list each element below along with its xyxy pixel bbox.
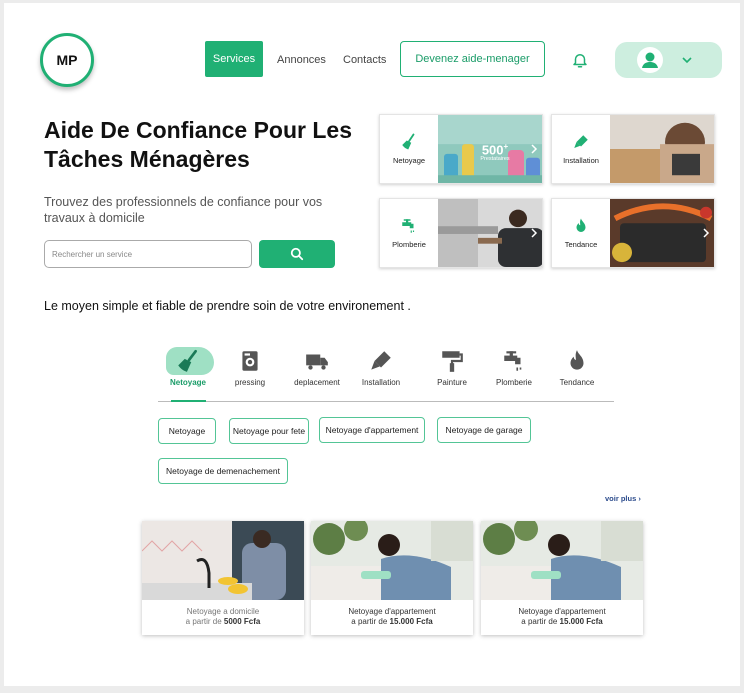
product-card[interactable]: Netoyage a domicile a partir de 5000 Fcf… (142, 521, 304, 635)
faucet-icon (402, 219, 415, 233)
faucet-icon (504, 351, 522, 371)
category-card-installation[interactable]: Installation (551, 114, 715, 184)
tab-label: Plomberie (495, 378, 532, 387)
chevron-right-icon (703, 228, 710, 238)
chevron-down-icon (682, 57, 692, 64)
installation-image (610, 115, 714, 183)
category-card-plomberie[interactable]: Plomberie (379, 198, 543, 268)
category-card-tendance[interactable]: Tendance (551, 198, 715, 268)
tab-label: pressing (234, 378, 266, 387)
tagline: Le moyen simple et fiable de prendre soi… (44, 299, 411, 313)
fire-icon (570, 350, 584, 370)
broom-icon (178, 349, 197, 372)
product-price: 15.000 Fcfa (559, 617, 603, 626)
nav-annonces-link[interactable]: Annonces (277, 54, 326, 66)
promo-text: Prestataires (480, 156, 510, 163)
become-helper-button[interactable]: Devenez aide-menager (400, 41, 545, 77)
glue-icon (574, 135, 588, 148)
chip-netoyage[interactable]: Netoyage (158, 418, 216, 444)
trend-image (610, 199, 714, 267)
active-tab-underline (171, 400, 206, 402)
glue-icon (371, 351, 391, 370)
product-price-prefix: a partir de (185, 617, 224, 626)
logo[interactable]: MP (40, 33, 94, 87)
chevron-right-icon (531, 144, 538, 154)
dishwashing-image (142, 521, 304, 600)
logo-text: MP (56, 52, 78, 68)
tab-pressing[interactable]: pressing (214, 348, 286, 387)
user-icon (642, 52, 658, 68)
chip-netoyage-appartement[interactable]: Netoyage d'appartement (319, 417, 425, 443)
washing-machine-icon (242, 351, 258, 371)
category-label: Plomberie (392, 240, 426, 249)
promo-sup: + (503, 142, 509, 151)
nav-services-button[interactable]: Services (205, 41, 263, 77)
broom-icon (402, 133, 415, 150)
hero-title: Aide De Confiance Pour Les Tâches Ménagè… (44, 117, 353, 172)
category-label: Tendance (564, 240, 598, 249)
search-button[interactable] (259, 240, 335, 268)
promo-number: 500 (481, 142, 504, 158)
tabs-divider (158, 401, 614, 402)
chip-netoyage-garage[interactable]: Netoyage de garage (437, 417, 531, 443)
product-price-prefix: a partir de (351, 617, 390, 626)
product-title: Netoyage d'appartement (518, 607, 606, 616)
chip-netoyage-demenachement[interactable]: Netoyage de demenachement (158, 458, 288, 484)
product-title: Netoyage d'appartement (348, 607, 436, 616)
plumber-image (438, 199, 542, 267)
tab-tendance[interactable]: Tendance (541, 348, 613, 387)
apartment-cleaning-image (311, 521, 473, 600)
paint-roller-icon (442, 351, 463, 372)
user-menu[interactable] (615, 42, 722, 78)
apartment-cleaning-image (481, 521, 643, 600)
chip-netoyage-pour-fete[interactable]: Netoyage pour fete (229, 418, 309, 444)
product-card[interactable]: Netoyage d'appartement a partir de 15.00… (311, 521, 473, 635)
truck-icon (306, 354, 328, 370)
product-price: 15.000 Fcfa (389, 617, 433, 626)
tab-installation[interactable]: Installation (345, 348, 417, 387)
product-title: Netoyage a domicile (186, 607, 260, 616)
tab-deplacement[interactable]: deplacement (281, 348, 353, 387)
search-icon (290, 247, 304, 261)
nav-contacts-link[interactable]: Contacts (343, 54, 386, 66)
category-card-netoyage[interactable]: Netoyage 500+ Prestataires (379, 114, 543, 184)
product-price: 5000 Fcfa (223, 617, 261, 626)
tab-plomberie[interactable]: Plomberie (478, 348, 550, 387)
tab-label: Installation (361, 378, 401, 387)
tab-label: Tendance (559, 378, 595, 387)
bell-icon[interactable] (571, 51, 589, 69)
product-card[interactable]: Netoyage d'appartement a partir de 15.00… (481, 521, 643, 635)
voir-plus-link[interactable]: voir plus › (605, 494, 641, 503)
hero-subtitle: Trouvez des professionnels de confiance … (44, 195, 323, 225)
product-price-prefix: a partir de (521, 617, 560, 626)
avatar (637, 47, 663, 73)
category-label: Netoyage (392, 156, 426, 165)
fire-icon (576, 218, 586, 232)
category-label: Installation (563, 156, 599, 165)
chevron-right-icon (531, 228, 538, 238)
tab-label: deplacement (294, 378, 340, 387)
search-input[interactable] (44, 240, 252, 268)
